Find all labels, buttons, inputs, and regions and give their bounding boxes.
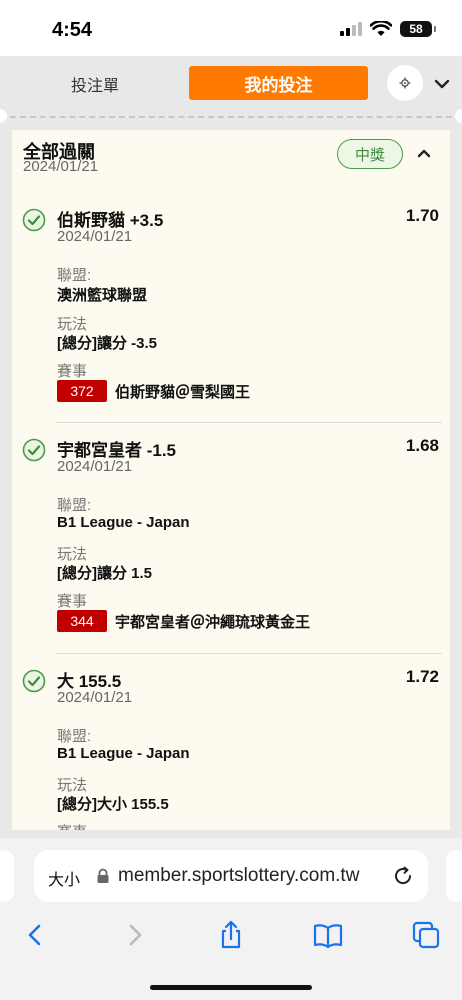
status-time: 4:54 [52,19,93,41]
market-label: 玩法 [57,316,88,333]
home-indicator [150,985,312,990]
league-label: 聯盟: [57,497,92,514]
bet-leg: 伯斯野貓 +3.5 1.70 2024/01/21 聯盟: 澳洲籃球聯盟 玩法 … [12,200,450,430]
leg-date: 2024/01/21 [57,689,133,706]
next-tab-peek[interactable] [446,850,462,902]
url-text: member.sportslottery.com.tw [118,865,360,886]
battery-icon: 58 [400,21,436,37]
league-label: 聯盟: [57,267,92,284]
settings-button[interactable] [387,65,423,101]
cellular-signal-icon [340,22,362,36]
parlay-date: 2024/01/21 [23,158,99,175]
bookmarks-icon[interactable] [312,920,344,950]
event-name: 宇都宮皇者＠沖繩琉球黃金王 [115,613,311,631]
status-badge: 中獎 [337,139,403,169]
bet-header: 投注單 我的投注 [0,56,462,114]
wifi-icon [370,21,392,36]
event-number-badge: 344 [57,610,107,632]
status-bar: 4:54 58 [0,0,462,56]
league-value: B1 League - Japan [57,745,190,762]
bet-leg: 宇都宮皇者 -1.5 1.68 2024/01/21 聯盟: B1 League… [12,430,450,660]
chevron-down-icon[interactable] [432,74,452,94]
check-circle-icon [22,438,46,462]
leg-divider [56,422,442,423]
odds-value: 1.70 [405,206,439,225]
previous-tab-peek[interactable] [0,850,14,902]
event-row: 372 伯斯野貓＠雪梨國王 [57,380,250,402]
tab-betslip[interactable]: 投注單 [30,68,160,100]
market-label: 玩法 [57,777,88,794]
check-circle-icon [22,208,46,232]
league-value: 澳洲籃球聯盟 [57,287,148,304]
forward-arrow-icon[interactable] [118,920,150,950]
ticket-divider [10,116,452,118]
text-size-button[interactable]: 大小 [48,866,80,890]
ticket-notch-right [455,109,462,123]
market-value: [總分]大小 155.5 [57,796,169,813]
league-value: B1 League - Japan [57,514,190,531]
event-name: 伯斯野貓＠雪梨國王 [115,383,251,401]
lock-icon [97,868,109,883]
event-number-badge: 372 [57,380,107,402]
share-icon[interactable] [215,920,247,950]
status-icons: 58 [340,21,436,37]
gear-icon [399,77,411,89]
leg-date: 2024/01/21 [57,228,133,245]
event-row: 344 宇都宮皇者＠沖繩琉球黃金王 [57,610,310,632]
market-label: 玩法 [57,546,88,563]
leg-date: 2024/01/21 [57,458,133,475]
tabs-icon[interactable] [410,920,442,950]
url-field[interactable]: 大小 member.sportslottery.com.tw [34,850,428,902]
back-arrow-icon[interactable] [20,920,52,950]
tab-my-bets[interactable]: 我的投注 [189,66,368,100]
bet-leg: 大 155.5 1.72 2024/01/21 聯盟: B1 League - … [12,661,450,830]
market-value: [總分]讓分 1.5 [57,565,153,582]
league-label: 聯盟: [57,728,92,745]
leg-divider [56,653,442,654]
event-label: 賽事 [57,363,88,380]
chevron-up-icon[interactable] [414,143,434,163]
market-value: [總分]讓分 -3.5 [57,335,158,352]
check-circle-icon [22,669,46,693]
reload-icon[interactable] [392,865,414,887]
browser-address-bar: 大小 member.sportslottery.com.tw [0,838,462,912]
odds-value: 1.72 [405,667,439,686]
odds-value: 1.68 [405,436,439,455]
event-label: 賽事 [57,593,88,610]
bet-card: 全部過關 2024/01/21 中獎 伯斯野貓 +3.5 1.70 2024/0… [12,130,450,830]
event-label: 賽事 [57,821,87,830]
